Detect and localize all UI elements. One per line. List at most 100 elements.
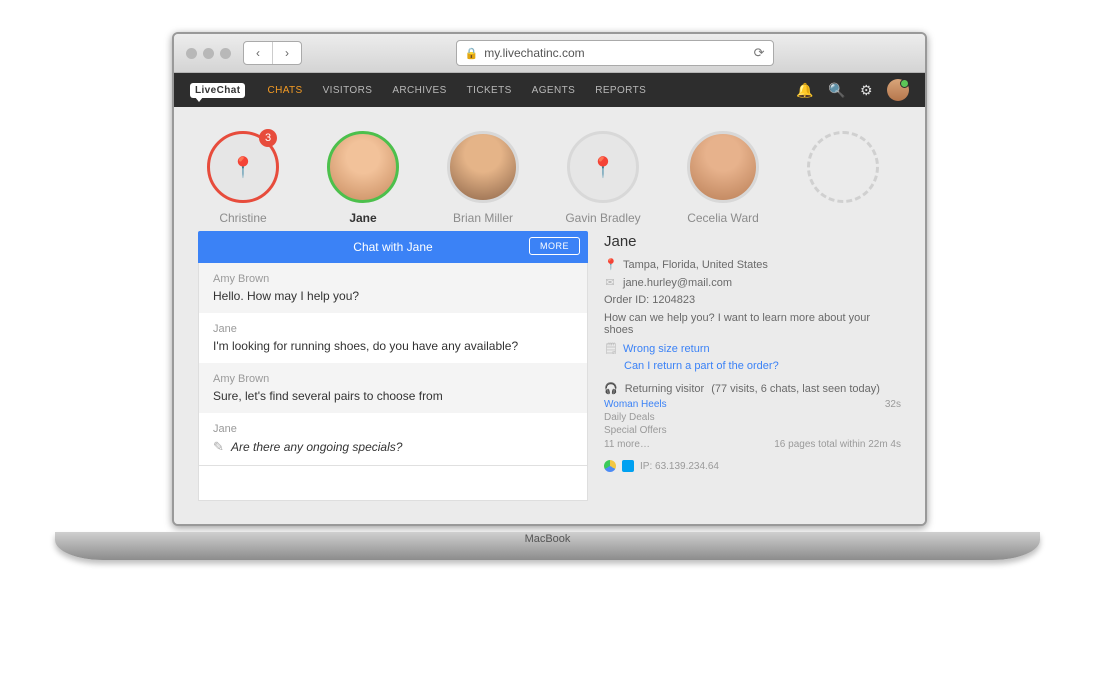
page-visited: Special Offers — [604, 425, 901, 436]
page-visited: Daily Deals — [604, 412, 901, 423]
chat-message: Jane I'm looking for running shoes, do yo… — [199, 313, 587, 363]
laptop-brand: MacBook — [55, 533, 1040, 545]
map-pin-icon: 📍 — [231, 155, 256, 180]
laptop-screen: ‹ › 🔒 my.livechatinc.com ⟳ LiveChat CHAT… — [172, 32, 927, 526]
url-bar[interactable]: 🔒 my.livechatinc.com ⟳ — [456, 40, 774, 66]
nav-visitors[interactable]: VISITORS — [323, 85, 373, 96]
nav-chats[interactable]: CHATS — [267, 85, 302, 96]
search-icon[interactable]: 🔍 — [828, 82, 846, 99]
visitor-name: Jane — [318, 211, 408, 225]
message-text: Hello. How may I help you? — [213, 289, 359, 303]
chat-body: Amy Brown Hello. How may I help you? Jane I… — [198, 263, 588, 501]
windows-icon — [622, 460, 634, 472]
pin-icon: 📍 — [604, 258, 616, 271]
quill-icon: ✎ — [213, 439, 225, 455]
visitor-slot[interactable]: 📍3 Christine — [198, 131, 288, 225]
message-sender: Jane — [213, 323, 573, 335]
page-visited: Woman Heels32s — [604, 399, 901, 410]
traffic-light-min[interactable] — [203, 48, 214, 59]
ticket-title[interactable]: Wrong size return — [623, 343, 710, 355]
forward-button[interactable]: › — [272, 42, 301, 64]
info-location-text: Tampa, Florida, United States — [623, 259, 768, 271]
chat-message: Amy Brown Sure, let's find several pairs … — [199, 363, 587, 413]
chrome-icon — [604, 460, 616, 472]
visitor-avatar[interactable] — [327, 131, 399, 203]
page-title: Daily Deals — [604, 412, 655, 423]
app-header: LiveChat CHATS VISITORS ARCHIVES TICKETS AGE… — [174, 73, 925, 107]
visitor-avatar[interactable] — [447, 131, 519, 203]
avatar[interactable] — [887, 79, 909, 101]
nav-agents[interactable]: AGENTS — [532, 85, 576, 96]
info-location: 📍 Tampa, Florida, United States — [604, 258, 901, 271]
chat-input[interactable] — [209, 475, 581, 491]
map-pin-icon: 📍 — [591, 155, 616, 180]
info-name: Jane — [604, 233, 901, 250]
info-panel: Jane 📍 Tampa, Florida, United States ✉ j… — [604, 231, 901, 501]
info-order: Order ID: 1204823 — [604, 294, 901, 306]
message-sender: Jane — [213, 423, 573, 435]
nav-archives[interactable]: ARCHIVES — [392, 85, 446, 96]
traffic-light-max[interactable] — [220, 48, 231, 59]
back-button[interactable]: ‹ — [244, 42, 272, 64]
info-email-text: jane.hurley@mail.com — [623, 277, 732, 289]
visitor-name: Christine — [198, 211, 288, 225]
visitor-name: Cecelia Ward — [678, 211, 768, 225]
bell-icon[interactable]: 🔔 — [796, 82, 814, 99]
logo[interactable]: LiveChat — [190, 83, 245, 98]
nav-buttons: ‹ › — [243, 41, 302, 65]
page-title[interactable]: Woman Heels — [604, 399, 667, 410]
ip-label: IP: 63.139.234.64 — [640, 461, 719, 472]
traffic-lights — [186, 48, 231, 59]
visitor-slot[interactable]: Jane — [318, 131, 408, 225]
gear-icon[interactable]: ⚙ — [860, 82, 873, 99]
mail-icon: ✉ — [604, 276, 616, 289]
lock-icon: 🔒 — [465, 47, 479, 60]
visitor-name: Gavin Bradley — [558, 211, 648, 225]
tech-line: IP: 63.139.234.64 — [604, 460, 901, 472]
message-sender: Amy Brown — [213, 273, 573, 285]
url-text: my.livechatinc.com — [484, 46, 584, 60]
info-email: ✉ jane.hurley@mail.com — [604, 276, 901, 289]
notification-badge: 3 — [259, 129, 277, 147]
ticket-sub[interactable]: Can I return a part of the order? — [624, 360, 901, 372]
main-columns: Chat with Jane MORE Amy Brown Hello. How … — [174, 231, 925, 517]
status-dot — [900, 79, 909, 88]
visitor-avatar[interactable]: 📍 — [567, 131, 639, 203]
message-sender: Amy Brown — [213, 373, 573, 385]
chat-message: Amy Brown Hello. How may I help you? — [199, 263, 587, 313]
info-order-text: Order ID: 1204823 — [604, 294, 695, 306]
message-text: Sure, let's find several pairs to choose… — [213, 389, 443, 403]
visitor-slot[interactable]: Cecelia Ward — [678, 131, 768, 225]
chat-header-title: Chat with Jane — [353, 240, 432, 254]
traffic-light-close[interactable] — [186, 48, 197, 59]
info-ticket[interactable]: 🗒 Wrong size return — [604, 342, 901, 355]
visitor-slot[interactable]: 📍 Gavin Bradley — [558, 131, 648, 225]
chat-message: Jane ✎ Are there any ongoing specials? — [199, 413, 587, 465]
more-button[interactable]: MORE — [529, 237, 580, 255]
refresh-icon[interactable]: ⟳ — [754, 45, 765, 61]
visitor-avatar[interactable] — [687, 131, 759, 203]
visitor-avatar[interactable] — [807, 131, 879, 203]
nav-tickets[interactable]: TICKETS — [467, 85, 512, 96]
visitor-carousel: 📍3ChristineJaneBrian Miller📍Gavin Bradle… — [174, 107, 925, 231]
app-root: LiveChat CHATS VISITORS ARCHIVES TICKETS AGE… — [174, 73, 925, 524]
laptop-base: MacBook — [55, 532, 1040, 560]
pages-more[interactable]: 11 more… — [604, 439, 650, 450]
headset-icon: 🎧 — [604, 382, 618, 395]
top-nav: CHATS VISITORS ARCHIVES TICKETS AGENTS REPORT… — [267, 85, 646, 96]
chat-panel: Chat with Jane MORE Amy Brown Hello. How … — [198, 231, 588, 501]
info-returning: 🎧 Returning visitor (77 visits, 6 chats,… — [604, 382, 901, 395]
ticket-icon: 🗒 — [604, 342, 616, 355]
header-right: 🔔 🔍 ⚙ — [796, 79, 909, 101]
page-title: Special Offers — [604, 425, 667, 436]
message-text: Are there any ongoing specials? — [231, 440, 402, 454]
chat-input-row — [199, 465, 587, 500]
browser-chrome: ‹ › 🔒 my.livechatinc.com ⟳ — [174, 34, 925, 73]
nav-reports[interactable]: REPORTS — [595, 85, 646, 96]
visitor-slot[interactable]: Brian Miller — [438, 131, 528, 225]
visitor-slot[interactable] — [798, 131, 888, 225]
returning-label: Returning visitor — [625, 383, 704, 395]
message-text: I'm looking for running shoes, do you ha… — [213, 339, 518, 353]
info-question: How can we help you? I want to learn mor… — [604, 312, 901, 336]
chat-header: Chat with Jane MORE — [198, 231, 588, 263]
